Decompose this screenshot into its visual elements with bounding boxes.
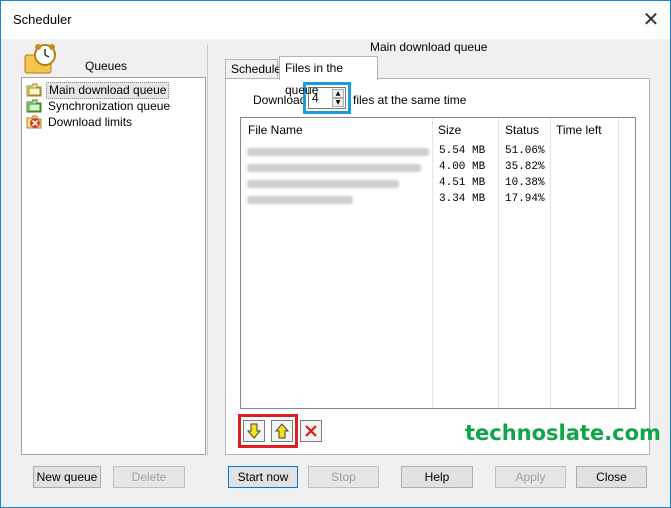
file-name-blurred [247, 161, 421, 175]
close-icon[interactable]: ✕ [638, 7, 664, 33]
download-suffix-label: files at the same time [353, 93, 467, 107]
stop-button[interactable]: Stop [308, 466, 379, 488]
tab-schedule[interactable]: Schedule [225, 59, 281, 79]
size-cell: 4.51 MB [439, 177, 486, 189]
alarm-clock-icon [24, 44, 56, 74]
files-table[interactable]: File Name Size Status Time left 5.54 MB … [240, 117, 636, 409]
new-queue-button[interactable]: New queue [33, 466, 101, 488]
remove-button[interactable] [300, 420, 322, 442]
limits-icon [26, 115, 42, 129]
queue-item-label: Main download queue [46, 81, 170, 99]
status-cell: 17.94% [505, 193, 545, 205]
queue-item-label: Download limits [48, 114, 133, 129]
header-status[interactable]: Status [505, 123, 539, 137]
queue-item-main[interactable]: Main download queue [26, 81, 170, 99]
move-down-button[interactable] [243, 420, 265, 442]
queue-item-limits[interactable]: Download limits [26, 114, 134, 130]
queue-item-label: Synchronization queue [48, 98, 171, 113]
status-cell: 51.06% [505, 145, 545, 157]
pane-divider [207, 45, 208, 455]
file-name-blurred [247, 145, 429, 159]
size-cell: 3.34 MB [439, 193, 486, 205]
column-divider [551, 118, 619, 408]
spin-down-icon[interactable]: ▼ [332, 98, 344, 107]
close-button[interactable]: Close [576, 466, 647, 488]
move-up-button[interactable] [271, 420, 293, 442]
status-cell: 10.38% [505, 177, 545, 189]
start-now-button[interactable]: Start now [228, 466, 298, 488]
header-size[interactable]: Size [438, 123, 461, 137]
scheduler-window: Scheduler ✕ Queues Main download queue S… [0, 0, 671, 508]
spin-up-icon[interactable]: ▲ [332, 89, 344, 98]
remove-x-icon [305, 425, 317, 437]
help-button[interactable]: Help [401, 466, 473, 488]
title-bar: Scheduler ✕ [1, 1, 670, 39]
arrow-up-icon [274, 423, 290, 439]
arrow-down-icon [246, 423, 262, 439]
delete-queue-button[interactable]: Delete [113, 466, 185, 488]
size-cell: 4.00 MB [439, 161, 486, 173]
header-file-name[interactable]: File Name [248, 123, 303, 137]
queue-folder-icon [26, 83, 42, 97]
file-name-blurred [247, 177, 399, 191]
tab-files-in-queue[interactable]: Files in the queue [279, 56, 378, 97]
status-cell: 35.82% [505, 161, 545, 173]
queue-item-sync[interactable]: Synchronization queue [26, 98, 172, 114]
file-name-blurred [247, 193, 353, 207]
apply-button[interactable]: Apply [495, 466, 566, 488]
pane-title: Main download queue [370, 40, 488, 54]
queues-heading: Queues [85, 59, 128, 73]
size-cell: 5.54 MB [439, 145, 486, 157]
window-title: Scheduler [13, 12, 72, 27]
header-time-left[interactable]: Time left [556, 123, 602, 137]
watermark-text: technoslate.com [465, 421, 661, 445]
sync-folder-icon [26, 99, 42, 113]
queue-tree[interactable]: Main download queue Synchronization queu… [21, 77, 206, 455]
